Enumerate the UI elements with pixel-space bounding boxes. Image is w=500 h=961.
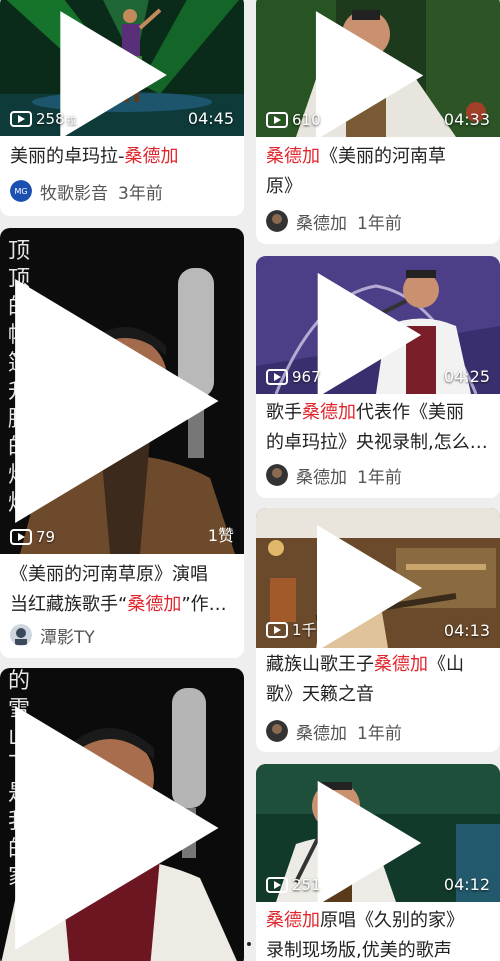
video-card-6[interactable]: 1千 04:13 藏族山歌王子桑德加《山 歌》天籁之音 桑德加 1年前 [256,508,500,752]
video-title[interactable]: 《美丽的河南草原》演唱 当红藏族歌手“桑德加”作… [10,560,234,620]
video-thumbnail[interactable]: 顶顶的帐篷升腾的炊烟 79 1赞 [0,228,244,554]
view-count: 258 拉 [10,110,77,128]
view-count: 1千 [266,619,317,640]
video-icon [266,369,288,385]
avatar[interactable]: MG [10,180,32,202]
video-title[interactable]: 桑德加《美丽的河南草 原》 [266,142,490,202]
author-name[interactable]: 牧歌影音 [40,179,108,204]
svg-text:MG: MG [14,187,27,196]
publish-time: 3年前 [118,183,163,204]
video-title[interactable]: 美丽的卓玛拉-桑德加 [10,142,234,172]
play-icon[interactable] [0,238,232,554]
like-count: 1赞 [207,526,234,545]
video-meta: 潭影TY [10,622,234,648]
video-duration: 04:45 [187,109,234,128]
video-thumbnail[interactable]: 610 04:33 [256,0,500,137]
author-name[interactable]: 桑德加 [296,719,347,744]
video-card-3[interactable]: 顶顶的帐篷升腾的炊烟 79 1赞 《美丽的河南草原》演唱 当红藏族歌手“桑德加”… [0,228,244,658]
video-title[interactable]: 藏族山歌王子桑德加《山 歌》天籁之音 [266,650,490,710]
video-icon [10,111,32,127]
video-icon [266,621,288,638]
avatar[interactable] [10,624,32,646]
avatar[interactable] [266,210,288,232]
video-card-2[interactable]: 610 04:33 桑德加《美丽的河南草 原》 桑德加 1年前 [256,0,500,244]
publish-time: 1年前 [357,723,402,744]
video-meta: MG 牧歌影音 3年前 [10,178,234,204]
author-name[interactable]: 桑德加 [296,463,347,488]
video-card-7[interactable]: 251 04:12 桑德加原唱《久别的家》 录制现场版,优美的歌声 [256,764,500,961]
author-name[interactable]: 潭影TY [40,623,95,648]
publish-time: 1年前 [357,213,402,234]
video-card-1[interactable]: 258 拉 04:45 美丽的卓玛拉-桑德加 MG 牧歌影音 3年前 [0,0,244,216]
avatar[interactable] [266,720,288,742]
video-thumbnail[interactable]: 251 04:12 [256,764,500,902]
video-thumbnail[interactable]: 967 04:25 [256,256,500,394]
video-duration: 04:33 [443,110,490,129]
author-name[interactable]: 桑德加 [296,209,347,234]
avatar[interactable] [266,464,288,486]
publish-time: 1年前 [357,467,402,488]
video-meta: 桑德加 1年前 [266,718,490,744]
video-card-5[interactable]: 的雪山下是我的家 [0,668,244,961]
view-count: 251 [266,876,321,894]
video-duration: 04:12 [443,875,490,894]
video-title[interactable]: 歌手桑德加代表作《美丽 的卓玛拉》央视录制,怎么… [266,398,490,458]
divider-dot [247,942,251,946]
video-card-4[interactable]: 967 04:25 歌手桑德加代表作《美丽 的卓玛拉》央视录制,怎么… 桑德加 … [256,256,500,498]
video-thumbnail[interactable]: 1千 04:13 [256,508,500,648]
video-title[interactable]: 桑德加原唱《久别的家》 录制现场版,优美的歌声 [266,906,490,961]
video-icon [266,112,288,128]
view-count: 967 [266,368,321,386]
video-thumbnail[interactable]: 的雪山下是我的家 [0,668,244,961]
play-icon[interactable] [0,678,232,961]
video-icon [10,529,32,545]
video-thumbnail[interactable]: 258 拉 04:45 [0,0,244,136]
video-duration: 04:25 [443,367,490,386]
view-count: 79 [10,528,55,546]
video-icon [266,877,288,893]
video-duration: 04:13 [443,621,490,640]
video-meta: 桑德加 1年前 [266,462,490,488]
video-meta: 桑德加 1年前 [266,208,490,234]
view-count: 610 [266,111,321,129]
